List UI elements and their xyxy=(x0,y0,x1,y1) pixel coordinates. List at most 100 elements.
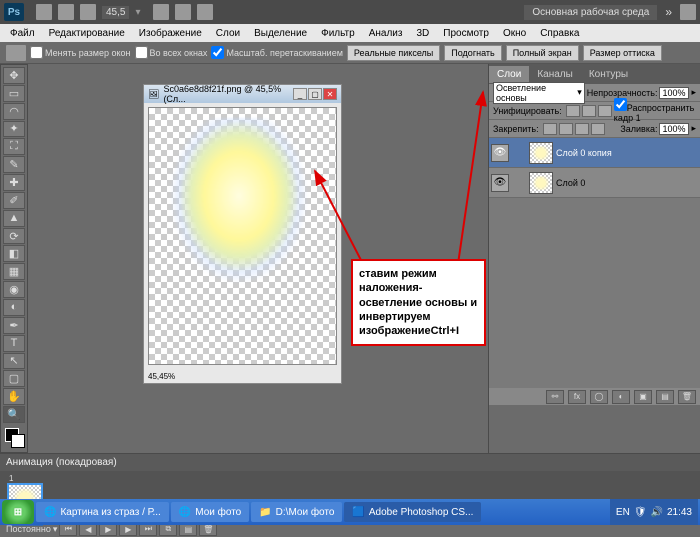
doc-maximize-button[interactable]: ▢ xyxy=(308,88,322,100)
menu-layers[interactable]: Слои xyxy=(210,26,246,41)
workspace-chevron-icon[interactable]: » xyxy=(665,5,672,19)
tool-blur[interactable]: ◉ xyxy=(3,281,25,298)
menubar: Файл Редактирование Изображение Слои Выд… xyxy=(0,24,700,42)
animation-title[interactable]: Анимация (покадровая) xyxy=(0,454,700,471)
menu-image[interactable]: Изображение xyxy=(133,26,208,41)
tray-lang[interactable]: EN xyxy=(616,507,630,518)
tool-history[interactable]: ⟳ xyxy=(3,228,25,245)
tool-preset-icon[interactable] xyxy=(6,45,26,61)
layer-visibility-icon[interactable]: 👁 xyxy=(491,174,509,192)
menu-view[interactable]: Просмотр xyxy=(437,26,495,41)
tool-dodge[interactable]: ◐ xyxy=(3,299,25,316)
tool-path[interactable]: ↖ xyxy=(3,353,25,370)
layer-item[interactable]: 👁 Слой 0 xyxy=(489,168,700,198)
opt-print-size[interactable]: Размер оттиска xyxy=(583,45,662,61)
opt-fit[interactable]: Подогнать xyxy=(444,45,501,61)
opt-scrubby-zoom[interactable]: Масштаб. перетаскиванием xyxy=(211,46,342,59)
unify-style-icon[interactable] xyxy=(598,105,612,117)
layer-name[interactable]: Слой 0 xyxy=(556,178,585,188)
view-extras-icon[interactable] xyxy=(80,4,96,20)
doc-minimize-button[interactable]: _ xyxy=(293,88,307,100)
tray-icon[interactable]: 🛡 xyxy=(634,507,647,518)
hand-icon[interactable] xyxy=(153,4,169,20)
lock-pixels-icon[interactable] xyxy=(543,123,557,135)
tray-icon[interactable]: 🔊 xyxy=(651,507,663,518)
tab-channels[interactable]: Каналы xyxy=(529,66,581,83)
tool-move[interactable]: ✥ xyxy=(3,67,25,84)
tray-clock[interactable]: 21:43 xyxy=(667,507,692,518)
tool-pen[interactable]: ✒ xyxy=(3,317,25,334)
tool-wand[interactable]: ✦ xyxy=(3,121,25,138)
layer-mask-icon[interactable]: ◯ xyxy=(590,390,608,404)
opacity-field[interactable]: 100% xyxy=(659,87,689,99)
opt-all-windows[interactable]: Во всех окнах xyxy=(135,46,208,59)
fill-field[interactable]: 100% xyxy=(659,123,689,135)
tool-type[interactable]: T xyxy=(3,335,25,352)
task-item[interactable]: 🌐Мои фото xyxy=(171,502,249,522)
layer-item[interactable]: 👁 Слой 0 копия xyxy=(489,138,700,168)
layer-name[interactable]: Слой 0 копия xyxy=(556,148,612,158)
tool-hand[interactable]: ✋ xyxy=(3,388,25,405)
unify-vis-icon[interactable] xyxy=(582,105,596,117)
tool-eyedropper[interactable]: ✎ xyxy=(3,156,25,173)
system-tray[interactable]: EN 🛡 🔊 21:43 xyxy=(610,499,698,525)
tool-stamp[interactable]: ▲ xyxy=(3,210,25,227)
task-item[interactable]: 🌐Картина из страз / Р... xyxy=(36,502,169,522)
unify-pos-icon[interactable] xyxy=(566,105,580,117)
menu-file[interactable]: Файл xyxy=(4,26,41,41)
tool-brush[interactable]: ✐ xyxy=(3,192,25,209)
layer-thumb[interactable] xyxy=(529,172,553,194)
menu-analysis[interactable]: Анализ xyxy=(363,26,409,41)
screen-mode-icon[interactable] xyxy=(197,4,213,20)
layer-visibility-icon[interactable]: 👁 xyxy=(491,144,509,162)
menu-window[interactable]: Окно xyxy=(497,26,532,41)
loop-select[interactable]: Постоянно xyxy=(6,524,51,534)
opt-fullscreen[interactable]: Полный экран xyxy=(506,45,579,61)
workspace-button[interactable]: Основная рабочая среда xyxy=(524,5,657,20)
zoom-field[interactable]: 45,5 xyxy=(102,6,129,19)
background-swatch[interactable] xyxy=(11,434,25,448)
minibridge-icon[interactable] xyxy=(58,4,74,20)
layer-adjust-icon[interactable]: ◐ xyxy=(612,390,630,404)
tool-gradient[interactable]: ▦ xyxy=(3,263,25,280)
document-canvas[interactable] xyxy=(148,107,337,365)
titlebar-icon[interactable] xyxy=(680,4,696,20)
tool-zoom[interactable]: 🔍 xyxy=(3,406,25,423)
layer-new-icon[interactable]: ▤ xyxy=(656,390,674,404)
bridge-icon[interactable] xyxy=(36,4,52,20)
document-titlebar[interactable]: 🖼 Sc0a6e8d8f21f.png @ 45,5% (Сл... _ ▢ ✕ xyxy=(144,85,341,103)
lock-pos-icon[interactable] xyxy=(575,123,589,135)
arrange-icon[interactable] xyxy=(175,4,191,20)
tool-shape[interactable]: ▢ xyxy=(3,370,25,387)
start-button[interactable]: ⊞ xyxy=(2,500,34,524)
menu-edit[interactable]: Редактирование xyxy=(43,26,131,41)
layer-link-icon[interactable]: ⚯ xyxy=(546,390,564,404)
layer-folder-icon[interactable]: ▣ xyxy=(634,390,652,404)
layer-delete-icon[interactable]: 🗑 xyxy=(678,390,696,404)
menu-3d[interactable]: 3D xyxy=(410,26,435,41)
menu-filter[interactable]: Фильтр xyxy=(315,26,361,41)
task-item[interactable]: 🟦Adobe Photoshop CS... xyxy=(344,502,481,522)
layer-fx-icon[interactable]: fx xyxy=(568,390,586,404)
opt-real-pixels[interactable]: Реальные пикселы xyxy=(347,45,440,61)
tool-eraser[interactable]: ◧ xyxy=(3,245,25,262)
tool-heal[interactable]: ✚ xyxy=(3,174,25,191)
tool-lasso[interactable]: ◠ xyxy=(3,103,25,120)
document-window[interactable]: 🖼 Sc0a6e8d8f21f.png @ 45,5% (Сл... _ ▢ ✕… xyxy=(143,84,342,384)
task-item[interactable]: 📁D:\Мои фото xyxy=(251,502,342,522)
menu-help[interactable]: Справка xyxy=(534,26,585,41)
taskbar: ⊞ 🌐Картина из страз / Р... 🌐Мои фото 📁D:… xyxy=(0,499,700,525)
menu-select[interactable]: Выделение xyxy=(248,26,313,41)
tool-marquee[interactable]: ▭ xyxy=(3,85,25,102)
lock-paint-icon[interactable] xyxy=(559,123,573,135)
color-swatches[interactable] xyxy=(3,428,25,450)
doc-close-button[interactable]: ✕ xyxy=(323,88,337,100)
propagate-checkbox[interactable]: Распространить кадр 1 xyxy=(614,98,696,123)
tab-layers[interactable]: Слои xyxy=(489,66,529,83)
opt-resize-windows[interactable]: Менять размер окон xyxy=(30,46,131,59)
layer-thumb[interactable] xyxy=(529,142,553,164)
tab-paths[interactable]: Контуры xyxy=(581,66,636,83)
blend-mode-select[interactable]: Осветление основы▾ xyxy=(493,82,585,104)
tool-crop[interactable]: ⛶ xyxy=(3,138,25,155)
lock-all-icon[interactable] xyxy=(591,123,605,135)
